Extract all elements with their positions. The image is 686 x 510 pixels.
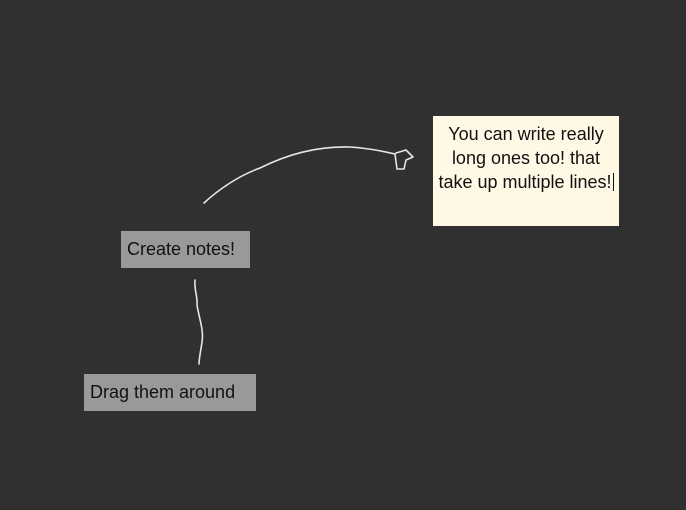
freehand-strokes bbox=[194, 146, 414, 365]
note-text-editable[interactable]: You can write really long ones too! that… bbox=[438, 124, 611, 192]
note-create-notes[interactable]: Create notes! bbox=[121, 231, 250, 268]
note-drag-them-around[interactable]: Drag them around bbox=[84, 374, 256, 411]
note-text: Create notes! bbox=[127, 239, 236, 259]
note-long-text[interactable]: You can write really long ones too! that… bbox=[433, 116, 619, 226]
vertical-line-stroke bbox=[194, 279, 204, 365]
curved-arrow-stroke bbox=[203, 146, 414, 204]
text-caret bbox=[612, 173, 614, 191]
drawing-canvas[interactable]: Create notes! Drag them around You can w… bbox=[0, 0, 686, 510]
note-text: Drag them around bbox=[90, 382, 236, 402]
